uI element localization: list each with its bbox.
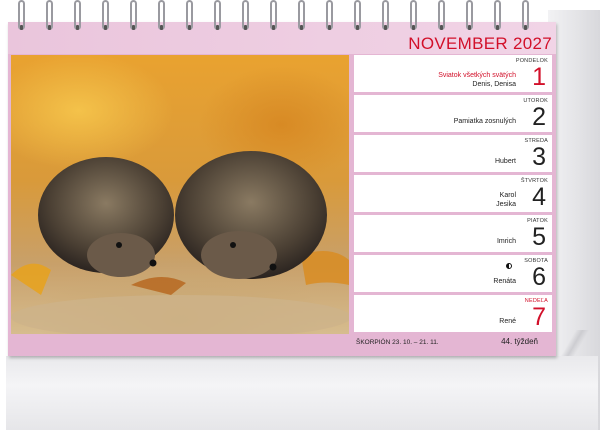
ring-icon	[130, 0, 137, 30]
day-row-sunday: NEDEĽA René 7	[354, 295, 552, 332]
nameday: Renáta	[493, 278, 516, 285]
day-row-saturday: SOBOTA Renáta 6	[354, 255, 552, 292]
zodiac-range: ŠKORPIÓN 23. 10. – 21. 11.	[356, 339, 439, 346]
spiral-binding	[8, 0, 556, 34]
ring-icon	[214, 0, 221, 30]
ring-icon	[186, 0, 193, 30]
day-number: 6	[532, 263, 546, 291]
day-number: 1	[532, 63, 546, 91]
nameday: Pamiatka zosnulých	[453, 118, 516, 125]
nameday: René	[499, 318, 516, 325]
day-list: PONDELOK Sviatok všetkých svätých Denis,…	[354, 55, 552, 334]
ring-icon	[158, 0, 165, 30]
day-row-friday: PIATOK Imrich 5	[354, 215, 552, 252]
day-number: 4	[532, 183, 546, 211]
ring-icon	[326, 0, 333, 30]
day-number: 2	[532, 103, 546, 131]
nameday: Hubert	[494, 158, 516, 165]
ring-icon	[382, 0, 389, 30]
ring-icon	[74, 0, 81, 30]
ring-icon	[102, 0, 109, 30]
half-moon-icon	[506, 263, 512, 269]
ring-icon	[466, 0, 473, 30]
nameday: Jesika	[496, 201, 516, 208]
day-number: 3	[532, 143, 546, 171]
ring-icon	[410, 0, 417, 30]
day-number: 7	[532, 303, 546, 331]
nameday: Karol	[499, 192, 516, 199]
ring-icon	[494, 0, 501, 30]
day-row-wednesday: STREDA Hubert 3	[354, 135, 552, 172]
ring-icon	[298, 0, 305, 30]
ring-icon	[354, 0, 361, 30]
month-title: NOVEMBER 2027	[408, 34, 552, 53]
day-row-thursday: ŠTVRTOK Karol Jesika 4	[354, 175, 552, 212]
week-number: 44. týždeň	[501, 337, 538, 346]
day-number: 5	[532, 223, 546, 251]
stand-base	[6, 356, 598, 430]
ring-icon	[522, 0, 529, 30]
ring-icon	[18, 0, 25, 30]
ring-icon	[242, 0, 249, 30]
calendar-footer: ŠKORPIÓN 23. 10. – 21. 11. 44. týždeň	[354, 334, 552, 350]
ring-icon	[270, 0, 277, 30]
nameday: Imrich	[496, 238, 516, 245]
ring-icon	[46, 0, 53, 30]
ring-icon	[438, 0, 445, 30]
holiday-name: Sviatok všetkých svätých	[438, 72, 516, 79]
nameday: Denis, Denisa	[472, 81, 516, 88]
hedgehogs-photo	[11, 55, 349, 334]
day-row-tuesday: UTOROK Pamiatka zosnulých 2	[354, 95, 552, 132]
day-row-monday: PONDELOK Sviatok všetkých svätých Denis,…	[354, 55, 552, 92]
